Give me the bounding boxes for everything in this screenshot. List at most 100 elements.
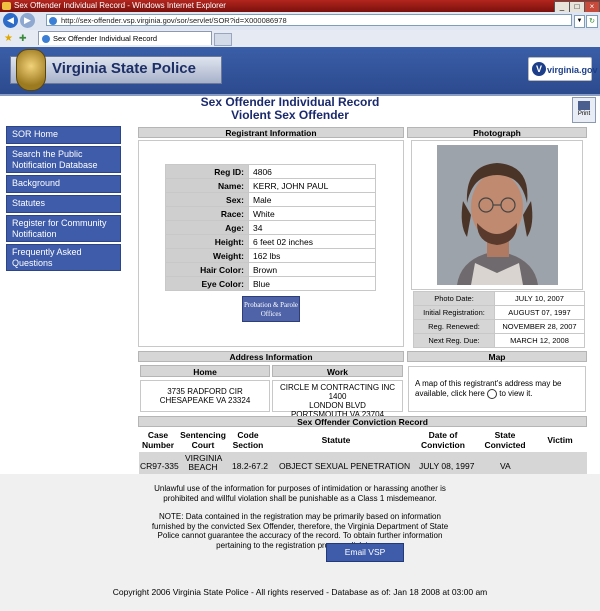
registrant-table: Reg ID: 4806 Name: KERR, JOHN PAUL Sex: Mal… — [165, 164, 376, 291]
sidebar-item-label: Background — [12, 178, 61, 188]
copyright-text: Copyright 2006 Virginia State Police - A… — [112, 587, 488, 597]
field-label: Height: — [165, 234, 249, 249]
table-row: Initial Registration: AUGUST 07, 1997 — [413, 305, 585, 320]
field-label: Hair Color: — [165, 262, 249, 277]
printer-icon — [578, 101, 590, 110]
virginia-v-icon: V — [532, 62, 546, 76]
sidebar-item-label: Register for Community Notification — [12, 218, 107, 239]
sidebar-item-sor-home[interactable]: SOR Home — [6, 126, 121, 144]
photograph-header: Photograph — [407, 127, 587, 138]
column-header-case: Case Number — [141, 430, 175, 450]
vsp-badge-logo — [16, 49, 46, 91]
cell-date: JULY 08, 1997 — [419, 461, 475, 471]
work-address-line: LONDON BLVD — [309, 401, 366, 410]
cell-state: VA — [500, 461, 511, 471]
window-title: Sex Offender Individual Record - Windows… — [14, 1, 226, 10]
sidebar-item-label: Search the Public Notification Database — [12, 149, 98, 170]
sidebar-item-search[interactable]: Search the Public Notification Database — [6, 146, 121, 173]
map-text-after: to view it. — [499, 389, 533, 399]
field-value: 162 lbs — [248, 248, 376, 263]
conviction-header: Sex Offender Conviction Record — [138, 416, 587, 427]
table-row: Height: 6 feet 02 inches — [165, 234, 376, 249]
work-label: Work — [272, 365, 403, 377]
tab-bar: ★ ✚ Sex Offender Individual Record — [0, 30, 600, 48]
tab-sex-offender-record[interactable]: Sex Offender Individual Record — [38, 31, 212, 45]
field-value: 6 feet 02 inches — [248, 234, 376, 249]
table-row: Hair Color: Brown — [165, 262, 376, 277]
table-row: Next Reg. Due: MARCH 12, 2008 — [413, 333, 585, 348]
virginia-gov-logo[interactable]: V virginia.gov — [528, 57, 598, 81]
site-header: Virginia State Police V virginia.gov — [0, 47, 600, 96]
print-button[interactable]: Print — [572, 97, 596, 123]
registration-dates-table: Photo Date: JULY 10, 2007 Initial Registr… — [413, 291, 585, 348]
work-address-line: CIRCLE M CONTRACTING INC 1400 — [279, 383, 396, 401]
table-row: Eye Color: Blue — [165, 276, 376, 291]
sidebar-item-statutes[interactable]: Statutes — [6, 195, 121, 213]
date-label: Next Reg. Due: — [413, 333, 495, 348]
column-header-state: State Convicted — [484, 430, 526, 450]
favorites-star-icon[interactable]: ★ — [4, 33, 13, 44]
table-row: Reg. Renewed: NOVEMBER 28, 2007 — [413, 319, 585, 334]
field-label: Eye Color: — [165, 276, 249, 291]
table-row: Age: 34 — [165, 220, 376, 235]
field-label: Weight: — [165, 248, 249, 263]
column-header-court: Sentencing Court — [180, 430, 226, 450]
map-header: Map — [407, 351, 587, 362]
sidebar-item-background[interactable]: Background — [6, 175, 121, 193]
print-label: Print — [577, 111, 591, 117]
legal-warning: Unlawful use of the information for purp… — [154, 484, 446, 503]
sidebar-item-label: SOR Home — [12, 129, 59, 139]
agency-title: Virginia State Police — [52, 60, 196, 77]
date-value: AUGUST 07, 1997 — [494, 305, 585, 320]
home-label: Home — [140, 365, 270, 377]
add-favorite-icon[interactable]: ✚ — [19, 33, 27, 44]
field-label: Reg ID: — [165, 164, 249, 179]
field-value: White — [248, 206, 376, 221]
sidebar-item-label: Statutes — [12, 198, 46, 208]
date-label: Initial Registration: — [413, 305, 495, 320]
url-dropdown-icon[interactable]: ▼ — [574, 15, 585, 28]
field-label: Name: — [165, 178, 249, 193]
url-input[interactable]: http://sex-offender.vsp.virginia.gov/sor… — [46, 14, 572, 26]
app-icon — [2, 2, 11, 10]
table-row: Weight: 162 lbs — [165, 248, 376, 263]
field-value: KERR, JOHN PAUL — [248, 178, 376, 193]
registrant-photo — [437, 145, 558, 285]
url-text: http://sex-offender.vsp.virginia.gov/sor… — [61, 16, 287, 25]
sidebar-item-register[interactable]: Register for Community Notification — [6, 215, 121, 242]
sidebar-item-faq[interactable]: Frequently Asked Questions — [6, 244, 121, 271]
window-title-bar: Sex Offender Individual Record - Windows… — [0, 0, 600, 13]
refresh-icon[interactable]: ↻ — [586, 15, 598, 28]
new-tab-button[interactable] — [214, 33, 232, 46]
email-vsp-button[interactable]: Email VSP — [326, 543, 404, 562]
cell-case: CR97-335 — [140, 461, 179, 471]
home-address: 3735 RADFORD CIR CHESAPEAKE VA 23324 — [140, 380, 270, 412]
forward-icon[interactable]: ▶ — [20, 13, 35, 28]
magnifier-icon[interactable] — [487, 389, 498, 399]
table-row: Photo Date: JULY 10, 2007 — [413, 291, 585, 306]
date-value: NOVEMBER 28, 2007 — [494, 319, 585, 334]
home-address-line: 3735 RADFORD CIR — [167, 387, 243, 396]
table-row: Reg ID: 4806 — [165, 164, 376, 179]
tab-ie-icon — [42, 35, 50, 43]
map-panel: A map of this registrant's address may b… — [408, 366, 586, 412]
field-label: Age: — [165, 220, 249, 235]
date-value: MARCH 12, 2008 — [494, 333, 585, 348]
column-header-victim: Victim — [547, 435, 573, 445]
portal-name: virginia.gov — [547, 65, 598, 75]
work-address: CIRCLE M CONTRACTING INC 1400 LONDON BLV… — [272, 380, 403, 419]
column-header-code: Code Section — [232, 430, 264, 450]
page-title-block: Sex Offender Individual Record Violent S… — [140, 96, 440, 122]
date-label: Reg. Renewed: — [413, 319, 495, 334]
back-icon[interactable]: ◀ — [3, 13, 18, 28]
field-label: Race: — [165, 206, 249, 221]
registrant-header: Registrant Information — [138, 127, 404, 138]
field-value: Blue — [248, 276, 376, 291]
probation-parole-button[interactable]: Probation & Parole Offices — [242, 296, 300, 322]
date-value: JULY 10, 2007 — [494, 291, 585, 306]
field-value: Brown — [248, 262, 376, 277]
sidebar-item-label: Frequently Asked Questions — [12, 247, 82, 268]
tab-label: Sex Offender Individual Record — [53, 34, 158, 43]
date-label: Photo Date: — [413, 291, 495, 306]
column-header-date: Date of Conviction — [421, 430, 465, 450]
